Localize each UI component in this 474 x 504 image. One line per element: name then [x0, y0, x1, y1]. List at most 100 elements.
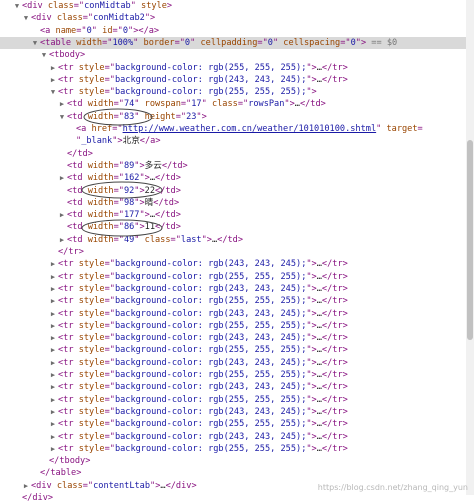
dom-node-row[interactable]: ▼ <tbody>: [0, 49, 466, 61]
collapse-arrow-icon[interactable]: ▼: [40, 49, 48, 61]
expand-arrow-icon[interactable]: ▶: [49, 332, 57, 344]
token-tag: ">: [112, 136, 123, 147]
dom-node-row[interactable]: ▶ <td width="177">…</td>: [0, 209, 466, 221]
dom-node-row[interactable]: </tbody>: [0, 455, 466, 467]
dom-node-row[interactable]: <td width="98">晴</td>: [0, 197, 466, 209]
expand-arrow-icon[interactable]: ▶: [49, 381, 57, 393]
token-tag: <tr: [58, 296, 79, 307]
dom-node-row[interactable]: ▶ <tr style="background-color: rgb(255, 2…: [0, 369, 466, 381]
dom-node-row[interactable]: ▶ <tr style="background-color: rgb(243, 2…: [0, 406, 466, 418]
dom-node-row[interactable]: ▶ <td width="162">…</td>: [0, 172, 466, 184]
collapse-arrow-icon[interactable]: ▼: [58, 111, 66, 123]
expand-arrow-icon[interactable]: ▶: [58, 98, 66, 110]
expand-arrow-icon[interactable]: ▶: [49, 443, 57, 455]
expand-arrow-icon[interactable]: ▶: [49, 418, 57, 430]
scrollbar[interactable]: [466, 0, 474, 495]
token-tag: =": [104, 74, 115, 85]
token-tag: =": [102, 37, 113, 48]
dom-node-row[interactable]: ▶ <tr style="background-color: rgb(243, 2…: [0, 308, 466, 320]
token-tag: </tr>: [321, 320, 348, 331]
expand-arrow-icon[interactable]: ▶: [49, 406, 57, 418]
expand-arrow-icon[interactable]: ▶: [49, 283, 57, 295]
expand-arrow-icon[interactable]: ▶: [49, 74, 57, 86]
dom-node-row[interactable]: ▼ <td width="83" height="23">: [0, 111, 466, 123]
token-tag: ">: [306, 443, 317, 454]
token-tag: =": [73, 1, 85, 11]
token-tag: =": [113, 99, 124, 110]
dom-node-row[interactable]: </td>: [0, 148, 466, 160]
dom-node-row[interactable]: ▶ <tr style="background-color: rgb(255, 2…: [0, 418, 466, 430]
token-tag: =": [104, 308, 115, 319]
dom-node-row[interactable]: ▼ <tr style="background-color: rgb(255, 2…: [0, 86, 466, 98]
token-attr: style: [141, 1, 167, 11]
expand-arrow-icon[interactable]: ▶: [58, 209, 66, 221]
dom-node-row[interactable]: ▶ <tr style="background-color: rgb(243, 2…: [0, 258, 466, 270]
token-tag: </tr>: [321, 333, 348, 344]
token-val: background-color: rgb(243, 243, 245);: [114, 382, 307, 393]
dom-node-row[interactable]: ▶ <td width="49" class="last">…</td>: [0, 234, 466, 246]
collapse-arrow-icon[interactable]: ▼: [13, 0, 21, 12]
dom-node-row[interactable]: <a href="http://www.weather.com.cn/weath…: [0, 123, 466, 135]
expand-arrow-icon[interactable]: ▶: [22, 480, 30, 492]
dom-node-row[interactable]: ▶ <td width="74" rowspan="17" class="rows…: [0, 98, 466, 110]
dom-node-row[interactable]: ▶ <tr style="background-color: rgb(255, 2…: [0, 394, 466, 406]
token-tag: ">: [306, 87, 317, 98]
collapse-arrow-icon[interactable]: ▼: [22, 12, 30, 24]
dom-node-row[interactable]: ▶ <tr style="background-color: rgb(243, 2…: [0, 381, 466, 393]
expand-arrow-icon[interactable]: ▶: [49, 344, 57, 356]
dom-node-row[interactable]: ▼ <table width="100%" border="0" cellpadd…: [0, 36, 466, 49]
dom-node-row[interactable]: ▶ <tr style="background-color: rgb(243, 2…: [0, 357, 466, 369]
dom-node-row[interactable]: <td width="89">多云</td>: [0, 160, 466, 172]
token-val: conMidtab: [84, 1, 131, 11]
dom-node-row[interactable]: ▶ <tr style="background-color: rgb(255, 2…: [0, 320, 466, 332]
token-link[interactable]: http://www.weather.com.cn/weather/101010…: [123, 124, 377, 134]
token-tag: <div: [31, 13, 57, 24]
token-tag: ">: [306, 283, 317, 294]
expand-arrow-icon[interactable]: ▶: [49, 369, 57, 381]
dom-node-row[interactable]: <a name="0" id="0"></a>: [0, 25, 466, 37]
token-txt: 多云: [144, 160, 162, 171]
dom-node-row[interactable]: </table>: [0, 467, 466, 479]
expand-arrow-icon[interactable]: ▶: [49, 357, 57, 369]
dom-node-row[interactable]: ▶ <tr style="background-color: rgb(243, 2…: [0, 74, 466, 86]
dom-node-row[interactable]: ▶ <tr style="background-color: rgb(243, 2…: [0, 431, 466, 443]
token-tag: ">: [284, 99, 295, 110]
token-tag: ">: [306, 333, 317, 344]
dom-node-row[interactable]: "_blank">北京</a>: [0, 135, 466, 147]
dom-node-row[interactable]: ▼ <div class="conMidtab" style>: [0, 0, 466, 12]
token-val: background-color: rgb(255, 255, 255);: [114, 419, 307, 430]
dom-node-row[interactable]: ▶ <tr style="background-color: rgb(255, 2…: [0, 62, 466, 74]
expand-arrow-icon[interactable]: ▶: [58, 172, 66, 184]
dom-node-row[interactable]: ▶ <tr style="background-color: rgb(255, 2…: [0, 443, 466, 455]
dom-node-row[interactable]: </div>: [0, 492, 466, 504]
expand-arrow-icon[interactable]: ▶: [49, 320, 57, 332]
collapse-arrow-icon[interactable]: ▼: [31, 37, 39, 49]
dom-node-row[interactable]: ▶ <tr style="background-color: rgb(243, 2…: [0, 332, 466, 344]
dom-node-row[interactable]: ▶ <tr style="background-color: rgb(243, 2…: [0, 283, 466, 295]
expand-arrow-icon[interactable]: ▶: [49, 308, 57, 320]
node-markup: <div class="conMidtab" style>: [22, 0, 172, 12]
dom-node-row[interactable]: ▶ <tr style="background-color: rgb(255, 2…: [0, 295, 466, 307]
token-tag: ">: [134, 185, 145, 196]
dom-node-row[interactable]: ▶ <tr style="background-color: rgb(255, 2…: [0, 271, 466, 283]
dom-node-row[interactable]: ▼ <div class="conMidtab2">: [0, 12, 466, 24]
token-tag: =": [104, 333, 115, 344]
token-tag: <a: [40, 25, 56, 36]
scrollbar-thumb[interactable]: [467, 140, 473, 340]
expand-arrow-icon[interactable]: ▶: [49, 258, 57, 270]
expand-arrow-icon[interactable]: ▶: [49, 295, 57, 307]
dom-node-row[interactable]: </tr>: [0, 246, 466, 258]
dom-node-row[interactable]: ▶ <tr style="background-color: rgb(255, 2…: [0, 344, 466, 356]
expand-arrow-icon[interactable]: ▶: [49, 62, 57, 74]
node-markup: </tbody>: [49, 455, 90, 467]
expand-arrow-icon[interactable]: ▶: [49, 271, 57, 283]
expand-arrow-icon[interactable]: ▶: [49, 431, 57, 443]
token-tag: </tr>: [321, 259, 348, 270]
token-tag: </tr>: [321, 62, 348, 73]
expand-arrow-icon[interactable]: ▶: [49, 394, 57, 406]
dom-node-row[interactable]: <td width="86">11</td>: [0, 221, 466, 233]
expand-arrow-icon[interactable]: ▶: [58, 234, 66, 246]
collapse-arrow-icon[interactable]: ▼: [49, 86, 57, 98]
token-tag: <td: [67, 111, 88, 122]
dom-node-row[interactable]: <td width="92">22</td>: [0, 185, 466, 197]
